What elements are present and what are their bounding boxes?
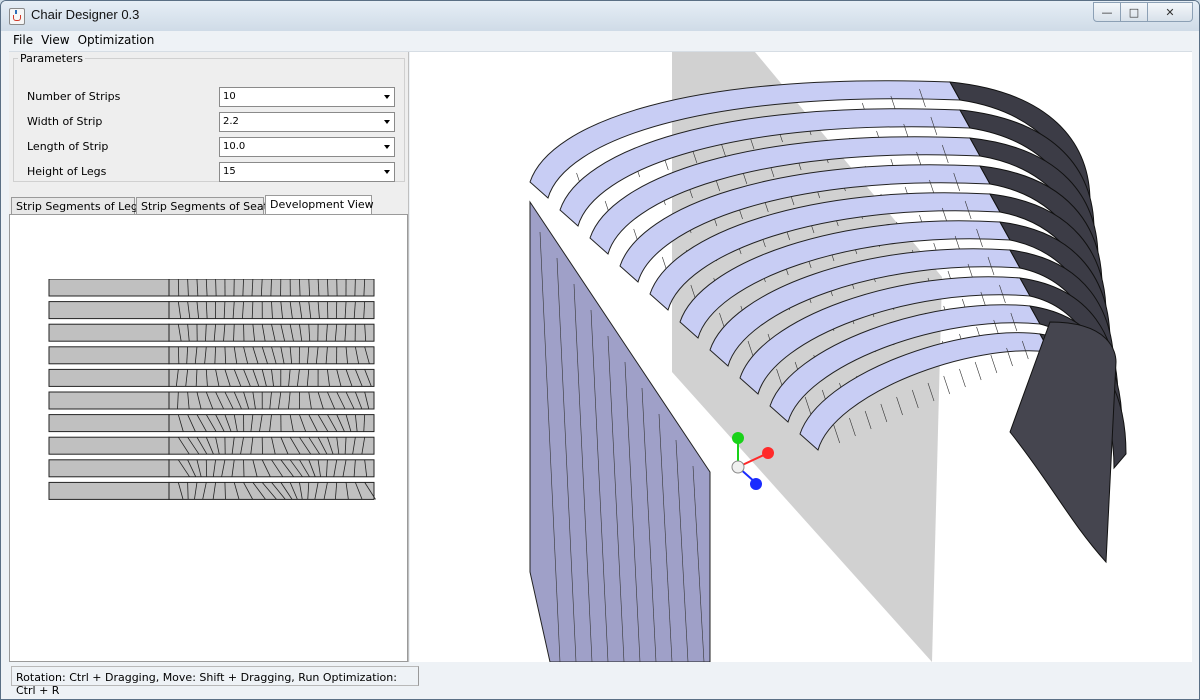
- development-strip: [48, 346, 375, 365]
- back-leg: [1009, 321, 1117, 564]
- length-of-strip-select[interactable]: 10.0: [219, 137, 395, 157]
- development-view-panel: [9, 214, 408, 662]
- title-bar[interactable]: Chair Designer 0.3 — □ ✕: [1, 1, 1199, 31]
- param-row-height-of-legs: Height of Legs 15: [27, 162, 395, 182]
- minimize-button[interactable]: —: [1093, 2, 1121, 22]
- gizmo-center-icon[interactable]: [731, 460, 745, 474]
- development-strip: [48, 391, 375, 410]
- number-of-strips-select[interactable]: 10: [219, 87, 395, 107]
- development-strip: [48, 279, 375, 297]
- menu-optimization[interactable]: Optimization: [74, 31, 159, 47]
- z-axis-knob-icon[interactable]: [750, 478, 762, 490]
- x-axis-knob-icon[interactable]: [762, 447, 774, 459]
- development-strip: [48, 436, 375, 455]
- close-button[interactable]: ✕: [1147, 2, 1193, 22]
- menu-bar: File View Optimization: [9, 31, 1192, 52]
- dropdown-arrow-icon: [384, 170, 390, 174]
- chair-3d-model[interactable]: [410, 52, 1192, 662]
- tab-strip-segments-seat[interactable]: Strip Segments of Seat: [136, 197, 268, 214]
- width-of-strip-select[interactable]: 2.2: [219, 112, 395, 132]
- dropdown-arrow-icon: [384, 120, 390, 124]
- param-row-length-of-strip: Length of Strip 10.0: [27, 137, 395, 157]
- menu-file[interactable]: File: [9, 31, 37, 47]
- dropdown-arrow-icon: [384, 145, 390, 149]
- window-title: Chair Designer 0.3: [31, 7, 140, 22]
- param-row-number-of-strips: Number of Strips 10: [27, 87, 395, 107]
- parameters-legend: Parameters: [20, 52, 83, 65]
- select-value: 10: [223, 91, 236, 102]
- status-text: Rotation: Ctrl + Dragging, Move: Shift +…: [11, 666, 419, 697]
- development-strip: [48, 481, 376, 500]
- dropdown-arrow-icon: [384, 95, 390, 99]
- development-strip: [48, 368, 375, 387]
- menu-view[interactable]: View: [37, 31, 73, 47]
- close-icon: ✕: [1165, 5, 1175, 19]
- left-panel: Parameters Number of Strips 10 Width of …: [9, 52, 409, 662]
- param-label: Number of Strips: [27, 90, 121, 103]
- y-axis-knob-icon[interactable]: [732, 432, 744, 444]
- select-value: 15: [223, 166, 236, 177]
- param-row-width-of-strip: Width of Strip 2.2: [27, 112, 395, 132]
- maximize-button[interactable]: □: [1120, 2, 1148, 22]
- select-value: 10.0: [223, 141, 246, 152]
- tab-development-view[interactable]: Development View: [265, 195, 374, 215]
- development-strip: [48, 414, 375, 433]
- development-strip: [48, 301, 375, 320]
- status-bar: Rotation: Ctrl + Dragging, Move: Shift +…: [9, 663, 1192, 697]
- development-strip: [48, 459, 375, 478]
- select-value: 2.2: [223, 116, 239, 127]
- development-strip: [48, 323, 375, 342]
- app-window: Chair Designer 0.3 — □ ✕ File View Optimiz…: [0, 0, 1200, 700]
- java-app-icon: [9, 8, 25, 25]
- parameters-panel: Parameters Number of Strips 10 Width of …: [13, 52, 405, 185]
- tab-strip-segments-leg[interactable]: Strip Segments of Leg: [11, 197, 138, 214]
- development-view-drawing: [48, 279, 376, 500]
- 3d-viewport[interactable]: [410, 52, 1192, 662]
- tab-strip: Strip Segments of Leg Strip Segments of …: [9, 195, 408, 215]
- param-label: Height of Legs: [27, 165, 107, 178]
- height-of-legs-select[interactable]: 15: [219, 162, 395, 182]
- param-label: Width of Strip: [27, 115, 103, 128]
- param-label: Length of Strip: [27, 140, 109, 153]
- maximize-icon: □: [1128, 5, 1140, 19]
- minimize-icon: —: [1101, 5, 1113, 19]
